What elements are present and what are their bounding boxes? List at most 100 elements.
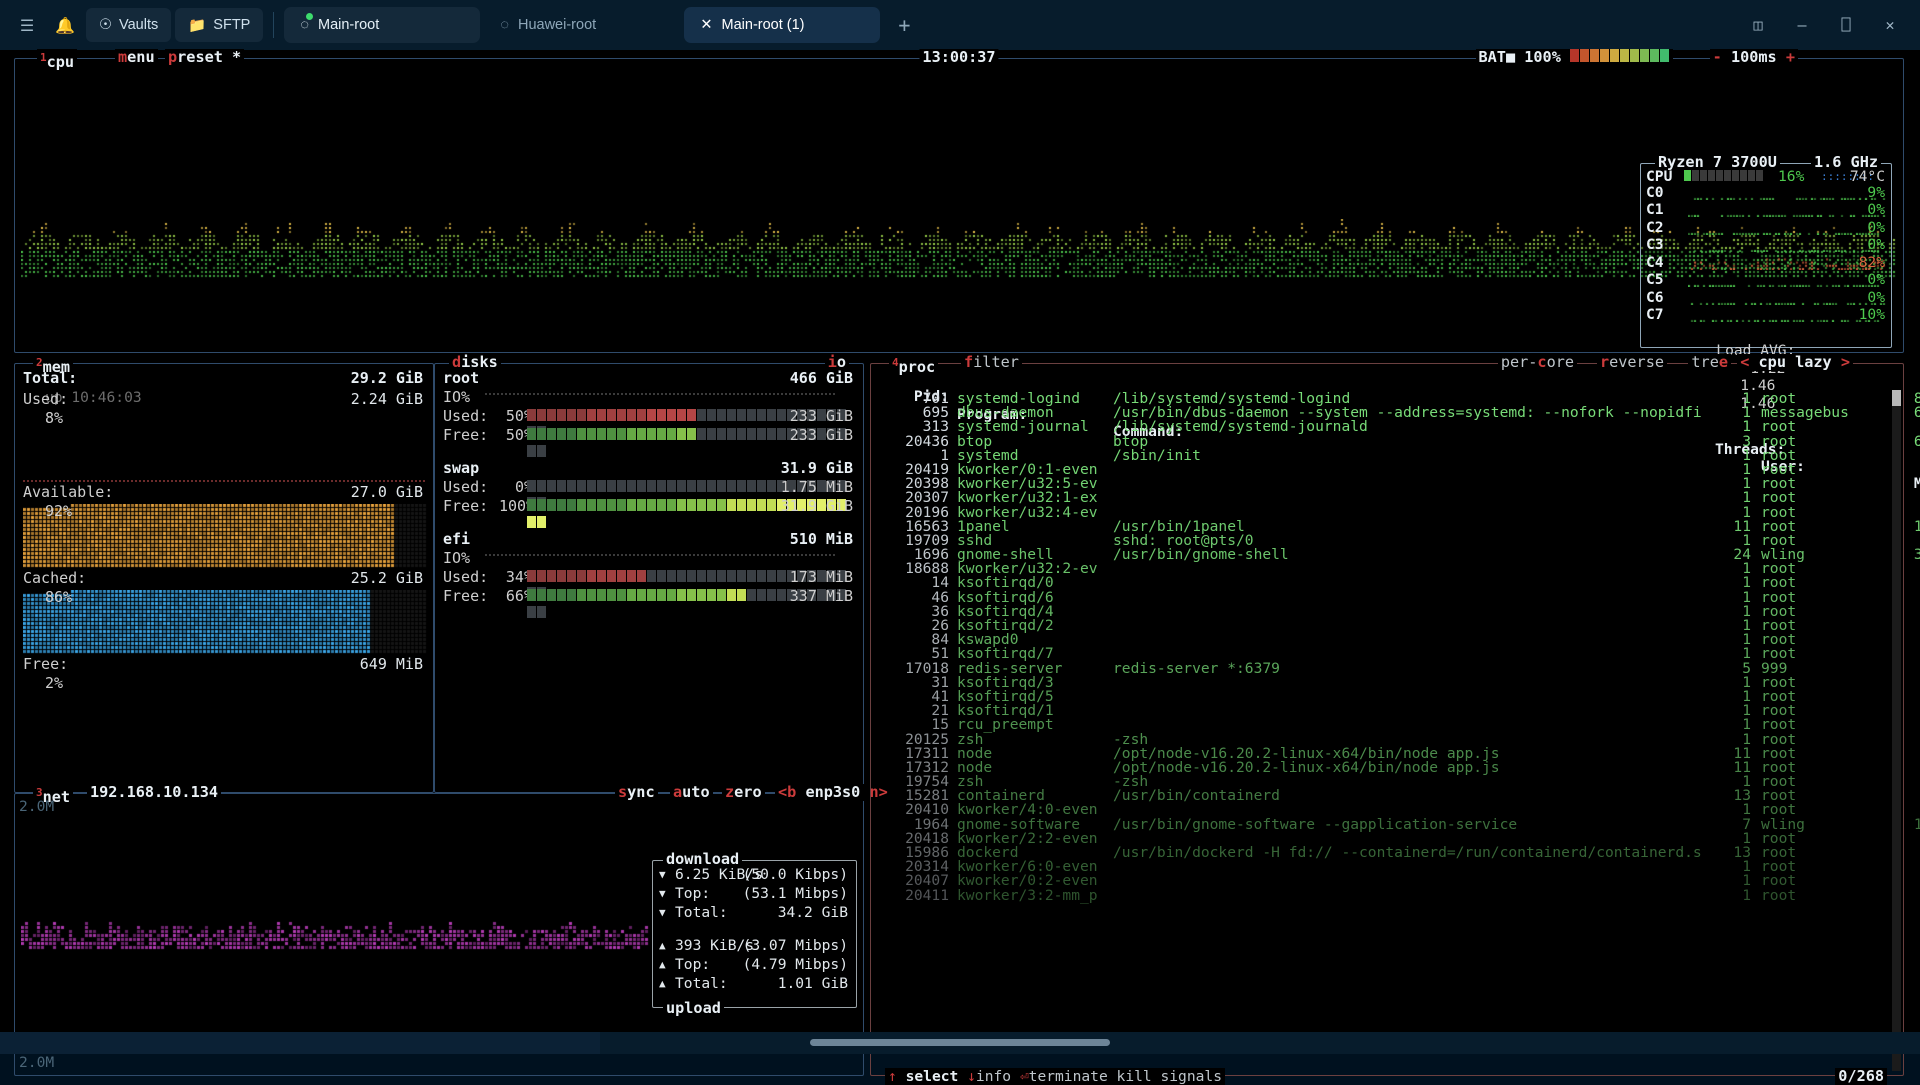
mem-row-pct: 2%: [45, 675, 63, 692]
cpu-core-label: C3: [1646, 236, 1664, 253]
tab-main-root[interactable]: ◌ Main-root: [284, 7, 480, 43]
proc-sort-prev[interactable]: <: [1740, 353, 1749, 371]
proc-row[interactable]: 20125zsh-zsh1root10M‥‥‥‥‥‥‥·‥‥0.0: [877, 731, 1887, 745]
proc-row[interactable]: 1964gnome-software/usr/bin/gnome-softwar…: [877, 816, 1887, 830]
proc-row[interactable]: 31ksoftirqd/31root0B‥·‥‥‥‥‥‥‥‥0.0: [877, 674, 1887, 688]
net-auto-toggle[interactable]: auto: [670, 784, 713, 801]
footer-key-info[interactable]: ↓info: [967, 1068, 1011, 1085]
split-pane-icon[interactable]: ◫: [1738, 8, 1778, 42]
proc-row[interactable]: 695dbus-daemon/usr/bin/dbus-daemon --sys…: [877, 404, 1887, 418]
proc-row[interactable]: 20411kworker/3:2-mm_p1root0B·‥·‥‥··‥‥‥0.…: [877, 887, 1887, 901]
page-scrollbar[interactable]: [0, 1032, 1920, 1054]
bell-icon[interactable]: 🔔: [48, 8, 82, 42]
proc-reverse-toggle[interactable]: reverse: [1597, 354, 1667, 371]
minimize-icon[interactable]: –: [1782, 8, 1822, 42]
disk-size: 466 GiB: [790, 370, 853, 387]
tab-huawei-root[interactable]: ◌ Huawei-root: [484, 7, 680, 43]
proc-row[interactable]: 20407kworker/0:2-even1root0B‥·‥‥‥‥·‥‥‥0.…: [877, 872, 1887, 886]
mem-row-pct: 8%: [45, 410, 63, 427]
proc-row[interactable]: 14ksoftirqd/01root0B‥‥‥·‥‥···‥0.0: [877, 574, 1887, 588]
proc-row[interactable]: 17018redis-serverredis-server *:63795999…: [877, 660, 1887, 674]
cpu-core-row: C482%: [1646, 254, 1887, 272]
proc-row[interactable]: 20410kworker/4:0-even1root0B·‥‥‥···‥‥‥0.…: [877, 801, 1887, 815]
proc-scrollbar-thumb[interactable]: [1892, 390, 1901, 406]
vaults-button[interactable]: ☉ Vaults: [86, 8, 171, 42]
proc-row[interactable]: 15rcu_preempt1root0B‥‥‥‥·‥·‥‥·0.0: [877, 716, 1887, 730]
proc-row[interactable]: 20307kworker/u32:1-ex1root0B·‥‥‥‥‥·‥‥‥0.…: [877, 489, 1887, 503]
mem-row-label: Free:: [23, 656, 68, 673]
net-zero-toggle[interactable]: zero: [722, 784, 765, 801]
proc-row[interactable]: 51ksoftirqd/71root0B‥‥‥·‥‥··‥‥0.0: [877, 645, 1887, 659]
cpu-core-label: C2: [1646, 219, 1664, 236]
close-icon[interactable]: ✕: [1870, 8, 1910, 42]
mem-row: Total:29.2 GiB: [23, 370, 425, 389]
net-iface-prev[interactable]: <b: [778, 783, 796, 801]
proc-row[interactable]: 41ksoftirqd/51root0B‥·‥‥‥·‥·‥·0.0: [877, 688, 1887, 702]
disk-io-graph: [485, 393, 835, 395]
download-stat-row: ▼6.25 KiB/s(50.0 Kibps): [659, 866, 850, 885]
proc-row[interactable]: 19709sshdsshd: root@pts/01root11M‥‥·‥·‥‥…: [877, 532, 1887, 546]
proc-row[interactable]: 20196kworker/u32:4-ev1root0B‥‥‥·‥‥·‥‥‥0.…: [877, 504, 1887, 518]
footer-key-kill[interactable]: kill: [1117, 1068, 1152, 1085]
proc-sort-selector[interactable]: < cpu lazy >: [1737, 354, 1853, 371]
proc-row[interactable]: 21ksoftirqd/11root0B‥‥‥‥‥‥·‥·‥0.0: [877, 702, 1887, 716]
proc-row[interactable]: 19754zsh-zsh1root11M‥·‥‥·‥‥‥‥‥0.0: [877, 773, 1887, 787]
proc-row[interactable]: 1systemd/sbin/init1root14M‥·‥‥‥·‥‥··1.2: [877, 447, 1887, 461]
cpu-panel-title[interactable]: 1cpu: [37, 49, 77, 71]
footer-key-terminate[interactable]: ⏎terminate: [1020, 1068, 1108, 1085]
proc-row[interactable]: 20419kworker/0:1-even1root0B·‥‥·‥‥‥‥·‥0.…: [877, 461, 1887, 475]
connection-status-dot: [306, 13, 313, 20]
footer-key-signals[interactable]: signals: [1160, 1068, 1222, 1085]
tab-main-root-1[interactable]: ✕ Main-root (1): [684, 7, 880, 43]
tab-label: Main-root (1): [722, 17, 805, 33]
proc-pid: 20411: [877, 887, 949, 904]
proc-row[interactable]: 165631panel/usr/bin/1panel11root162M·‥‥‥…: [877, 518, 1887, 532]
proc-scrollbar[interactable]: [1892, 390, 1901, 1071]
maximize-icon[interactable]: ⎕: [1826, 8, 1866, 42]
preset-button[interactable]: preset *: [165, 49, 244, 66]
proc-row[interactable]: 26ksoftirqd/21root0B‥‥‥‥‥·‥‥··0.0: [877, 617, 1887, 631]
cpu-total-row: CPU16%::::::::74°C: [1646, 168, 1887, 184]
mem-row-label: Available:: [23, 484, 113, 501]
proc-row[interactable]: 20314kworker/6:0-even1root0B‥‥‥‥·‥‥‥·‥0.…: [877, 858, 1887, 872]
menu-button[interactable]: menu: [115, 49, 158, 66]
proc-tree-toggle[interactable]: tree: [1688, 354, 1731, 371]
proc-row[interactable]: 15986dockerd/usr/bin/dockerd -H fd:// --…: [877, 844, 1887, 858]
mem-row: Available:27.0 GiB92%: [23, 484, 425, 568]
disk-name: root: [443, 370, 479, 387]
proc-percore-toggle[interactable]: per-core: [1498, 354, 1577, 371]
footer-key-select[interactable]: ↑ select: [888, 1068, 958, 1085]
hamburger-icon[interactable]: ☰: [10, 8, 44, 42]
proc-row[interactable]: 15281containerd/usr/bin/containerd13root…: [877, 787, 1887, 801]
proc-row[interactable]: 701systemd-logind/lib/systemd/systemd-lo…: [877, 390, 1887, 404]
interval-plus-button[interactable]: +: [1786, 48, 1795, 66]
interval-minus-button[interactable]: -: [1713, 48, 1722, 66]
cpu-core-row: C10%: [1646, 201, 1887, 219]
page-scrollbar-thumb[interactable]: [810, 1039, 1110, 1046]
battery-icon: ■: [1506, 48, 1515, 66]
sftp-label: SFTP: [213, 17, 250, 33]
proc-row[interactable]: 46ksoftirqd/61root0B‥·‥··‥‥‥·‥0.0: [877, 589, 1887, 603]
proc-row[interactable]: 313systemd-journal/lib/systemd/systemd-j…: [877, 418, 1887, 432]
proc-row[interactable]: 36ksoftirqd/41root0B·‥‥‥·‥‥‥·‥0.0: [877, 603, 1887, 617]
proc-row[interactable]: 20418kworker/2:2-even1root0B·‥‥‥‥‥·‥‥‥0.…: [877, 830, 1887, 844]
proc-row[interactable]: 18688kworker/u32:2-ev1root0B‥···‥‥·‥‥‥0.…: [877, 560, 1887, 574]
new-tab-button[interactable]: +: [884, 13, 924, 37]
proc-filter-input[interactable]: filter: [961, 354, 1022, 371]
proc-row[interactable]: 17312node/opt/node-v16.20.2-linux-x64/bi…: [877, 759, 1887, 773]
proc-row[interactable]: 1696gnome-shell/usr/bin/gnome-shell24wli…: [877, 546, 1887, 560]
disk-free-label: Free:: [443, 498, 488, 515]
mem-row-label: Cached:: [23, 570, 86, 587]
sftp-button[interactable]: 📁 SFTP: [175, 8, 263, 42]
upload-label: upload: [663, 1000, 724, 1017]
proc-row[interactable]: 84kswapd01root0B‥‥‥·‥‥·‥‥‥0.0: [877, 631, 1887, 645]
close-icon[interactable]: ✕: [700, 17, 712, 33]
proc-row[interactable]: 20398kworker/u32:5-ev1root0B‥··‥‥·‥‥‥·0.…: [877, 475, 1887, 489]
proc-row[interactable]: 20436btopbtop3root6.6M‥‥‥··‥·‥‥‥0.0: [877, 433, 1887, 447]
net-sync-toggle[interactable]: sync: [615, 784, 658, 801]
proc-row[interactable]: 17311node/opt/node-v16.20.2-linux-x64/bi…: [877, 745, 1887, 759]
proc-sort-next[interactable]: >: [1841, 353, 1850, 371]
mem-row-value: 29.2 GiB: [351, 370, 423, 387]
net-stats-box: download upload ▼6.25 KiB/s(50.0 Kibps)▼…: [652, 860, 857, 1008]
cpu-core-row: C09%: [1646, 184, 1887, 202]
